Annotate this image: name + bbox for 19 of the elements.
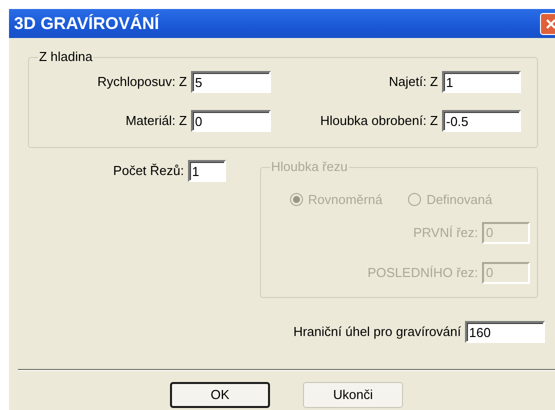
field-label: POSLEDNÍHO řez: bbox=[367, 264, 478, 282]
field-label: PRVNÍ řez: bbox=[413, 224, 478, 242]
field-label: Najetí: Z bbox=[388, 73, 438, 92]
field-label: Počet Řezů: bbox=[113, 162, 184, 180]
field-label: Rychloposuv: Z bbox=[97, 73, 187, 92]
input-field[interactable]: 0 bbox=[191, 110, 271, 132]
input-field[interactable]: 1 bbox=[442, 71, 521, 93]
field-label: Hloubka obrobení: Z bbox=[320, 112, 438, 130]
input-field[interactable]: 160 bbox=[465, 321, 545, 343]
field-label: Hraniční úhel pro gravírování bbox=[293, 323, 461, 342]
input-field[interactable]: 1 bbox=[188, 160, 226, 182]
dialog-button[interactable]: Ukonči bbox=[303, 382, 403, 408]
input-field[interactable]: -0.5 bbox=[442, 110, 521, 132]
dialog-button[interactable]: OK bbox=[170, 382, 270, 408]
input-field[interactable]: 5 bbox=[191, 71, 271, 93]
close-button[interactable] bbox=[540, 12, 555, 34]
field-label: Materiál: Z bbox=[126, 112, 187, 130]
window-title: 3D GRAVÍROVÁNÍ bbox=[14, 12, 160, 35]
close-icon bbox=[545, 18, 555, 30]
